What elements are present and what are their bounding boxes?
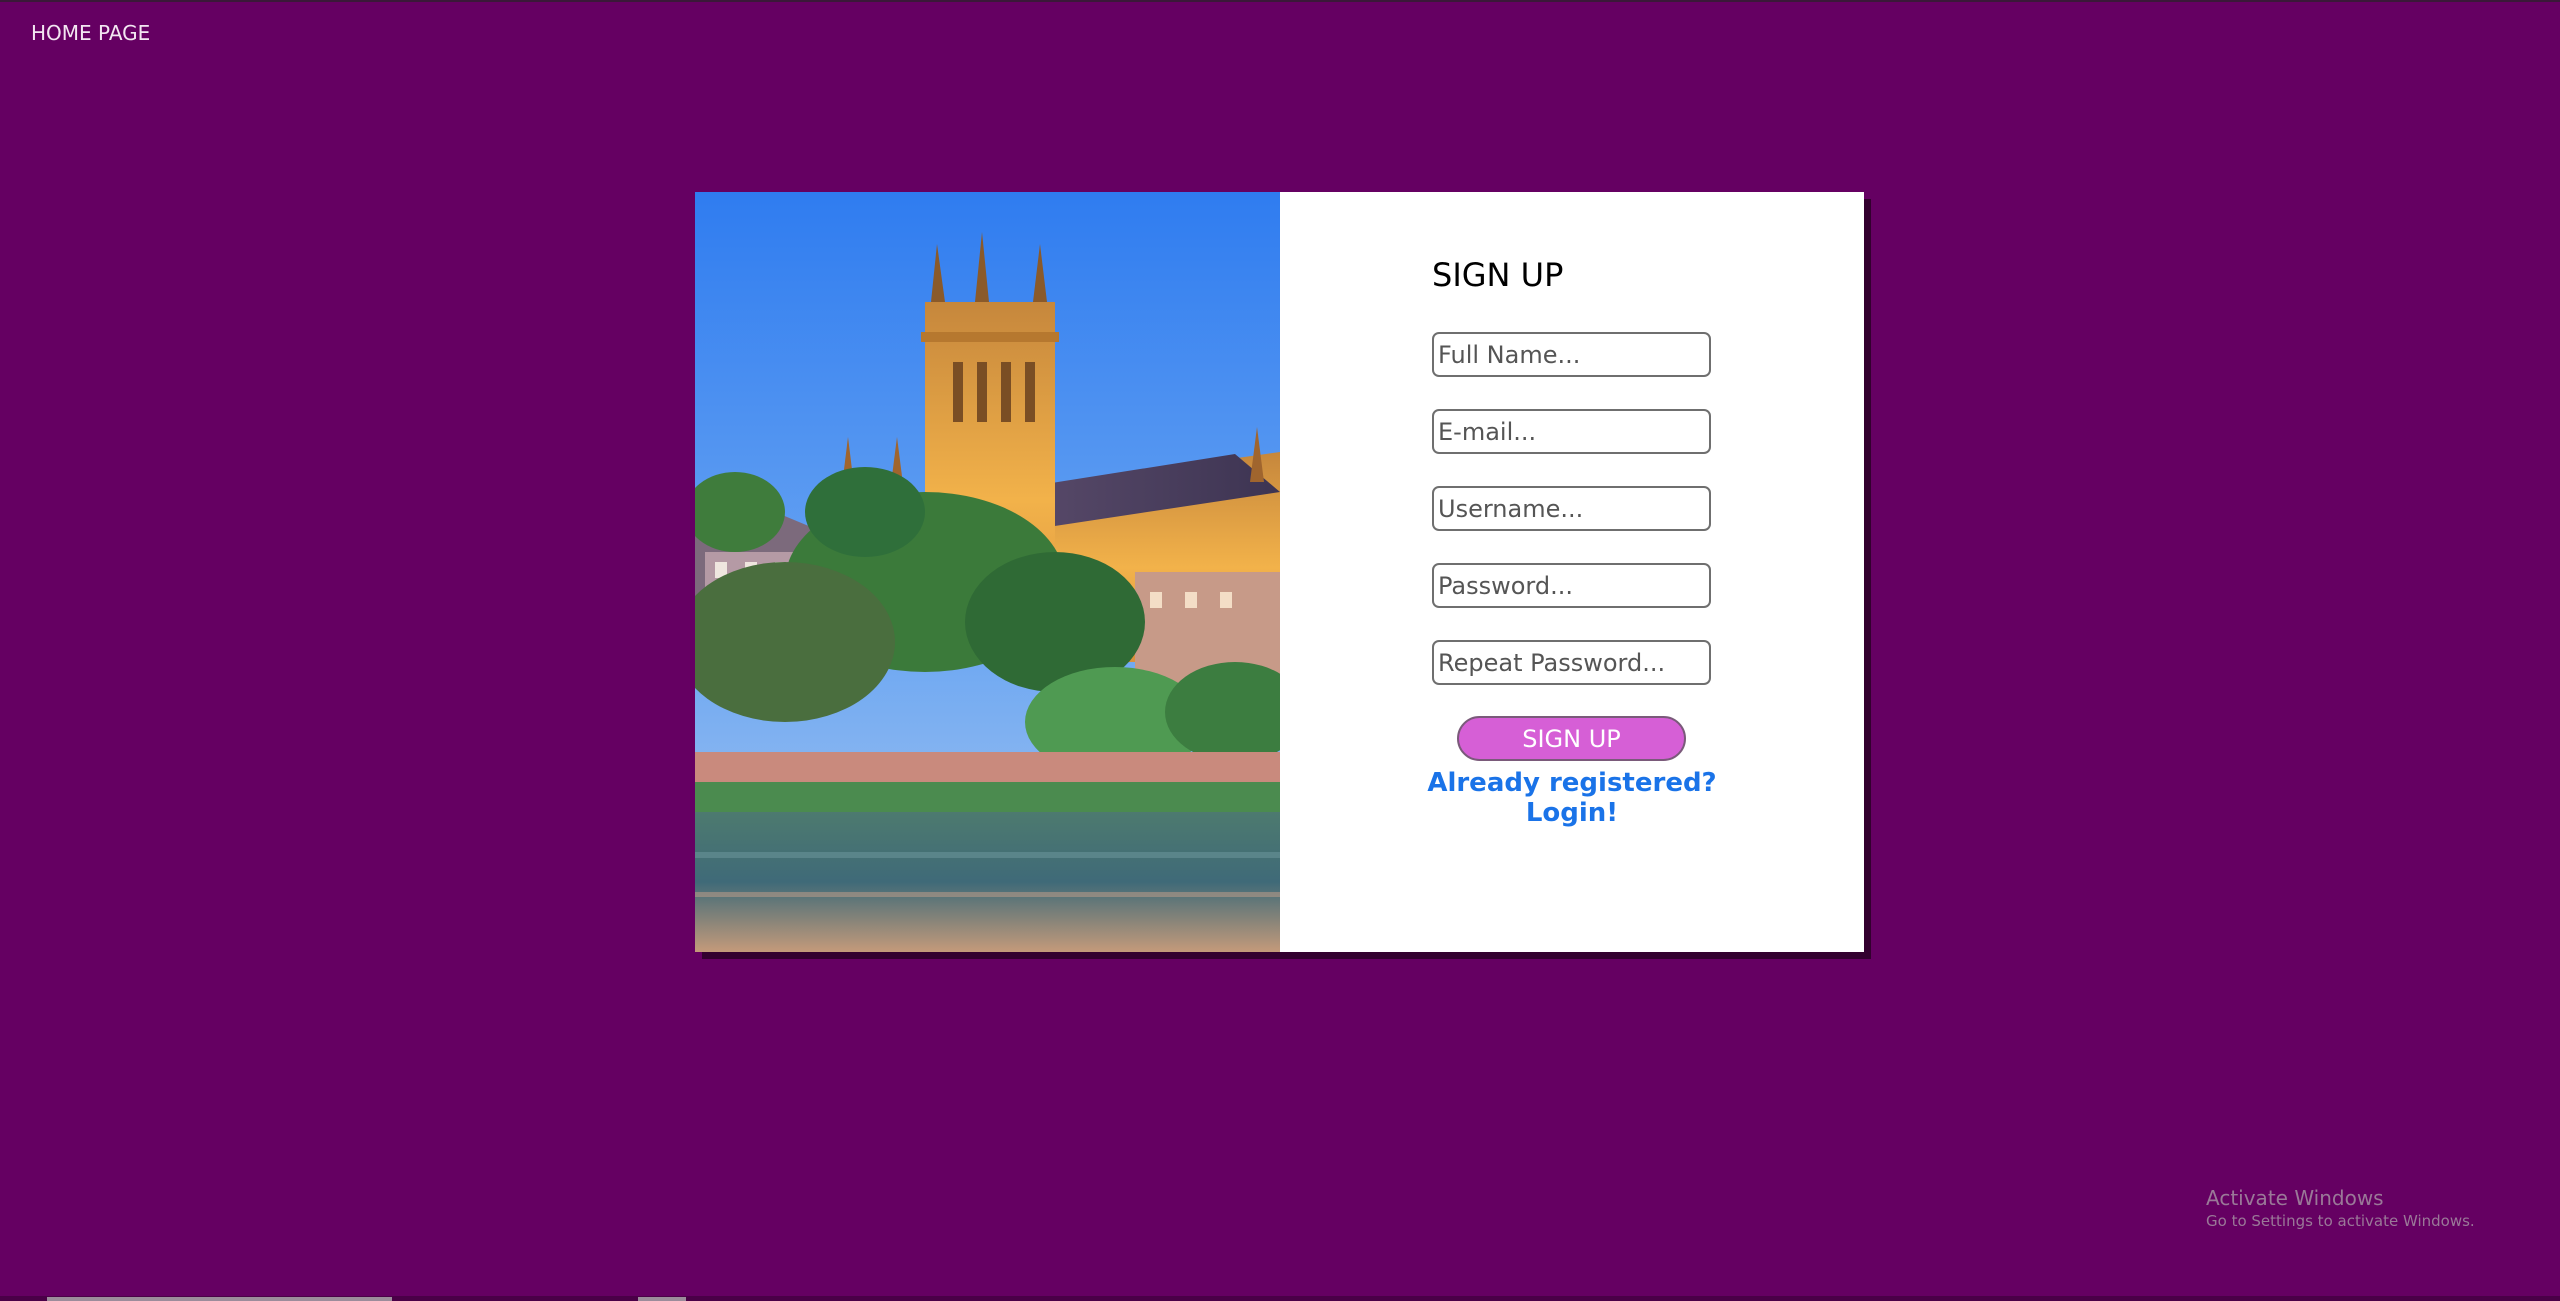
home-page-link[interactable]: HOME PAGE [31,21,150,45]
signup-form-panel: SIGN UP SIGN UP Already registered? Logi… [1280,192,1864,952]
login-link[interactable]: Already registered? Login! [1400,768,1744,828]
activate-windows-title: Activate Windows [2206,1186,2384,1210]
activate-windows-subtitle: Go to Settings to activate Windows. [2206,1212,2475,1230]
signup-title: SIGN UP [1432,256,1564,294]
full-name-input[interactable] [1432,332,1711,377]
signup-button[interactable]: SIGN UP [1457,716,1686,761]
scrollbar-marker [638,1297,686,1301]
email-input[interactable] [1432,409,1711,454]
password-input[interactable] [1432,563,1711,608]
scrollbar-thumb[interactable] [47,1297,392,1301]
window-top-border [0,0,2560,2]
repeat-password-input[interactable] [1432,640,1711,685]
cathedral-photo [695,192,1280,952]
signup-card: SIGN UP SIGN UP Already registered? Logi… [695,192,1864,952]
username-input[interactable] [1432,486,1711,531]
activate-windows-watermark: Activate Windows Go to Settings to activ… [2206,1186,2475,1230]
